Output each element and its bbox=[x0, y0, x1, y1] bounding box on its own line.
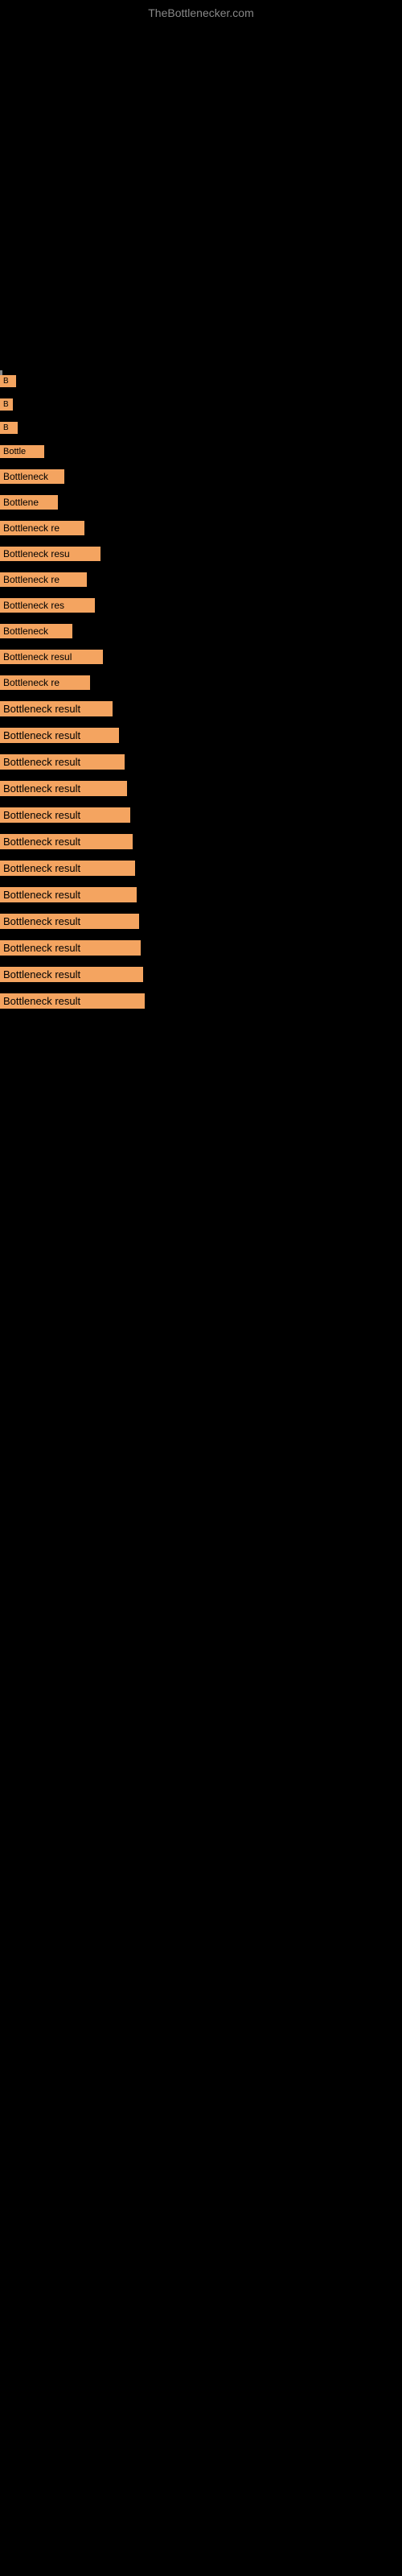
bottleneck-result-label: Bottleneck result bbox=[0, 914, 139, 929]
bottleneck-result-label: Bottleneck re bbox=[0, 572, 87, 587]
bottleneck-result-label: Bottleneck resu bbox=[0, 547, 100, 561]
bottleneck-result-label: Bottleneck result bbox=[0, 781, 127, 796]
list-item: Bottlene bbox=[0, 490, 402, 516]
bottleneck-result-label: Bottleneck result bbox=[0, 967, 143, 982]
list-item: Bottleneck result bbox=[0, 749, 402, 776]
bottleneck-result-label: B bbox=[0, 422, 18, 434]
site-title: TheBottlenecker.com bbox=[148, 6, 254, 19]
bottleneck-result-label: Bottleneck result bbox=[0, 728, 119, 743]
bottleneck-result-label: Bottleneck bbox=[0, 469, 64, 484]
list-item: Bottleneck re bbox=[0, 568, 402, 593]
list-item: Bottleneck bbox=[0, 464, 402, 490]
list-item: Bottleneck re bbox=[0, 671, 402, 696]
list-item: Bottleneck result bbox=[0, 829, 402, 856]
list-item: Bottleneck result bbox=[0, 989, 402, 1015]
bottleneck-result-label: Bottleneck result bbox=[0, 701, 113, 716]
list-item: Bottleneck bbox=[0, 619, 402, 645]
bottleneck-result-label: Bottleneck resul bbox=[0, 650, 103, 664]
list-item: Bottleneck result bbox=[0, 909, 402, 935]
bottleneck-result-label: Bottleneck re bbox=[0, 675, 90, 690]
bottleneck-result-label: Bottleneck result bbox=[0, 940, 141, 956]
bottleneck-result-label: Bottlene bbox=[0, 495, 58, 510]
list-item: B bbox=[0, 370, 402, 394]
list-item: Bottleneck res bbox=[0, 593, 402, 619]
list-item: B bbox=[0, 417, 402, 440]
bottleneck-result-label: Bottleneck result bbox=[0, 754, 125, 770]
list-item: Bottleneck result bbox=[0, 776, 402, 803]
bottleneck-result-label: Bottleneck result bbox=[0, 887, 137, 902]
list-item: Bottle bbox=[0, 440, 402, 464]
bottleneck-items-container: BBBBottleBottleneckBottleneBottleneck re… bbox=[0, 370, 402, 1015]
list-item: Bottleneck re bbox=[0, 516, 402, 542]
list-item: Bottleneck result bbox=[0, 882, 402, 909]
list-item: Bottleneck result bbox=[0, 803, 402, 829]
bottleneck-result-label: Bottleneck bbox=[0, 624, 72, 638]
bottleneck-result-label: B bbox=[0, 375, 16, 387]
list-item: Bottleneck result bbox=[0, 935, 402, 962]
list-item: Bottleneck resul bbox=[0, 645, 402, 671]
list-item: Bottleneck resu bbox=[0, 542, 402, 568]
bottleneck-result-label: Bottleneck result bbox=[0, 834, 133, 849]
list-item: Bottleneck result bbox=[0, 723, 402, 749]
bottleneck-result-label: Bottleneck res bbox=[0, 598, 95, 613]
list-item: Bottleneck result bbox=[0, 856, 402, 882]
list-item: Bottleneck result bbox=[0, 696, 402, 723]
list-item: Bottleneck result bbox=[0, 962, 402, 989]
list-item: B bbox=[0, 394, 402, 417]
bottleneck-result-label: Bottleneck result bbox=[0, 861, 135, 876]
bottleneck-result-label: B bbox=[0, 398, 13, 411]
bottleneck-result-label: Bottleneck result bbox=[0, 807, 130, 823]
bottleneck-result-label: Bottleneck re bbox=[0, 521, 84, 535]
bottleneck-result-label: Bottleneck result bbox=[0, 993, 145, 1009]
bottleneck-result-label: Bottle bbox=[0, 445, 44, 458]
